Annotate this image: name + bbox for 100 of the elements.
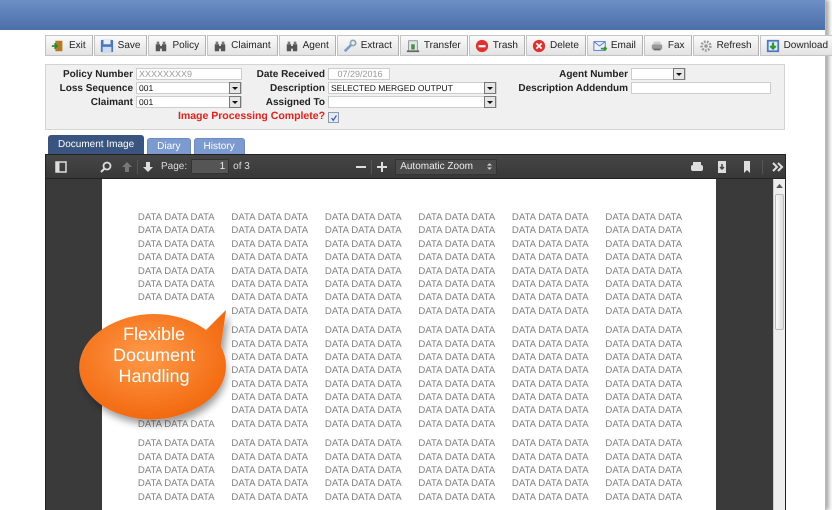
document-text: DATA DATA DATA	[418, 251, 496, 265]
minus-circle-icon	[474, 38, 489, 52]
document-text: DATA DATA DATA	[231, 251, 308, 265]
document-text: DATA DATA DATA	[231, 291, 308, 305]
download-icon[interactable]	[715, 160, 729, 174]
zoom-select[interactable]: Automatic Zoom	[395, 158, 497, 174]
x-circle-icon	[532, 38, 546, 52]
document-text: DATA DATA DATA	[418, 338, 496, 351]
field-label: Claimant	[90, 96, 133, 109]
toolbar-button[interactable]: Extract	[336, 35, 399, 56]
dropdown-field[interactable]	[631, 68, 686, 80]
document-text: DATA DATA DATA	[324, 238, 402, 252]
document-text: DATA DATA DATA	[418, 278, 496, 292]
toolbar-button[interactable]: Exit	[45, 35, 93, 56]
document-text: DATA DATA DATA	[231, 364, 308, 378]
document-text: DATA DATA DATA	[138, 238, 215, 252]
toolbar-button[interactable]: Claimant	[207, 35, 278, 56]
scrollbar[interactable]	[773, 179, 785, 510]
toolbar-button[interactable]: Download	[760, 35, 832, 56]
fax-machine-icon	[650, 38, 664, 52]
document-text: DATA DATA DATA	[231, 378, 308, 392]
sidebar-toggle-icon[interactable]	[54, 160, 68, 174]
document-text: DATA DATA DATA	[324, 464, 402, 478]
dropdown-field[interactable]: 001	[136, 96, 242, 108]
document-text: DATA DATA DATA	[605, 304, 682, 318]
document-text: DATA DATA DATA	[605, 211, 682, 224]
document-text: DATA DATA DATA	[231, 477, 308, 491]
callout-text: Flexible Document Handling	[112, 324, 196, 387]
document-text: DATA DATA DATA	[418, 450, 496, 464]
scroll-up-arrow-icon[interactable]	[776, 183, 784, 188]
document-icon	[406, 38, 420, 52]
document-text: DATA DATA DATA	[605, 291, 682, 305]
document-text: DATA DATA DATA	[418, 364, 496, 378]
toolbar-button[interactable]: Trash	[468, 35, 525, 56]
document-text: DATA DATA DATA	[324, 477, 402, 491]
gear-icon	[698, 38, 713, 52]
document-text: DATA DATA DATA	[231, 464, 308, 478]
down-arrow-icon[interactable]	[141, 160, 155, 174]
document-text: DATA DATA DATA	[605, 437, 682, 451]
document-text: DATA DATA DATA	[324, 278, 402, 292]
field-label: Assigned To	[264, 96, 325, 109]
double-chevron-icon[interactable]	[771, 160, 785, 174]
document-text: DATA DATA DATA	[231, 490, 308, 504]
document-text: DATA DATA DATA	[605, 477, 682, 491]
document-text: DATA DATA DATA	[418, 437, 496, 451]
field-label: Agent Number	[558, 68, 628, 81]
toolbar-button[interactable]: Email	[586, 35, 643, 56]
document-text: DATA DATA DATA	[231, 418, 308, 432]
tab[interactable]: Document Image	[48, 135, 144, 154]
document-text: DATA DATA DATA	[324, 304, 402, 318]
document-text: DATA DATA DATA	[605, 450, 682, 464]
toolbar-button[interactable]: Delete	[526, 35, 586, 56]
page-number-field[interactable]: 1	[191, 159, 230, 174]
dropdown-field[interactable]: 001	[136, 82, 242, 94]
document-text: DATA DATA DATA	[605, 490, 682, 504]
field-label: Description	[268, 82, 325, 95]
document-text: DATA DATA DATA	[231, 437, 308, 451]
search-icon[interactable]	[99, 160, 113, 174]
document-text: DATA DATA DATA	[605, 238, 682, 252]
toolbar-button[interactable]: Refresh	[692, 35, 759, 56]
document-text: DATA DATA DATA	[512, 291, 589, 305]
text-field[interactable]	[631, 82, 771, 94]
document-text: DATA DATA DATA	[324, 364, 402, 378]
document-text: DATA DATA DATA	[138, 224, 215, 238]
document-text: DATA DATA DATA	[418, 404, 496, 418]
toolbar-button[interactable]: Fax	[644, 35, 692, 56]
document-text: DATA DATA DATA	[324, 378, 402, 392]
toolbar-button[interactable]: Save	[94, 35, 148, 56]
toolbar-button[interactable]: Agent	[278, 35, 336, 56]
document-text: DATA DATA DATA	[605, 264, 682, 278]
document-text: DATA DATA DATA	[138, 278, 215, 292]
document-text: DATA DATA DATA	[512, 350, 589, 364]
document-text: DATA DATA DATA	[512, 490, 589, 504]
zoom-in-icon[interactable]	[375, 160, 390, 174]
envelope-icon	[592, 38, 607, 52]
document-text: DATA DATA DATA	[605, 418, 682, 432]
binoculars-icon	[154, 38, 168, 52]
toolbar-button[interactable]: Transfer	[400, 35, 468, 56]
dropdown-field[interactable]	[328, 96, 497, 108]
print-icon[interactable]	[690, 160, 704, 174]
document-text: DATA DATA DATA	[605, 364, 682, 378]
document-text: DATA DATA DATA	[512, 437, 589, 451]
document-text: DATA DATA DATA	[512, 324, 589, 338]
dropdown-field[interactable]: SELECTED MERGED OUTPUT	[328, 82, 497, 94]
document-text: DATA DATA DATA	[231, 404, 308, 418]
document-text: DATA DATA DATA	[512, 404, 589, 418]
toolbar-button[interactable]: Policy	[148, 35, 206, 56]
field-label: Loss Sequence	[58, 82, 133, 95]
document-text: DATA DATA DATA	[138, 477, 215, 491]
document-text: DATA DATA DATA	[324, 391, 402, 404]
document-text: DATA DATA DATA	[512, 391, 589, 404]
document-text: DATA DATA DATA	[605, 224, 682, 238]
document-text: DATA DATA DATA	[512, 450, 589, 464]
document-text: DATA DATA DATA	[138, 490, 215, 504]
checkbox[interactable]	[328, 112, 339, 123]
document-text: DATA DATA DATA	[418, 350, 496, 364]
document-text: DATA DATA DATA	[605, 391, 682, 404]
document-text: DATA DATA DATA	[512, 251, 589, 265]
document-text: DATA DATA DATA	[512, 304, 589, 318]
document-text: DATA DATA DATA	[418, 477, 496, 491]
